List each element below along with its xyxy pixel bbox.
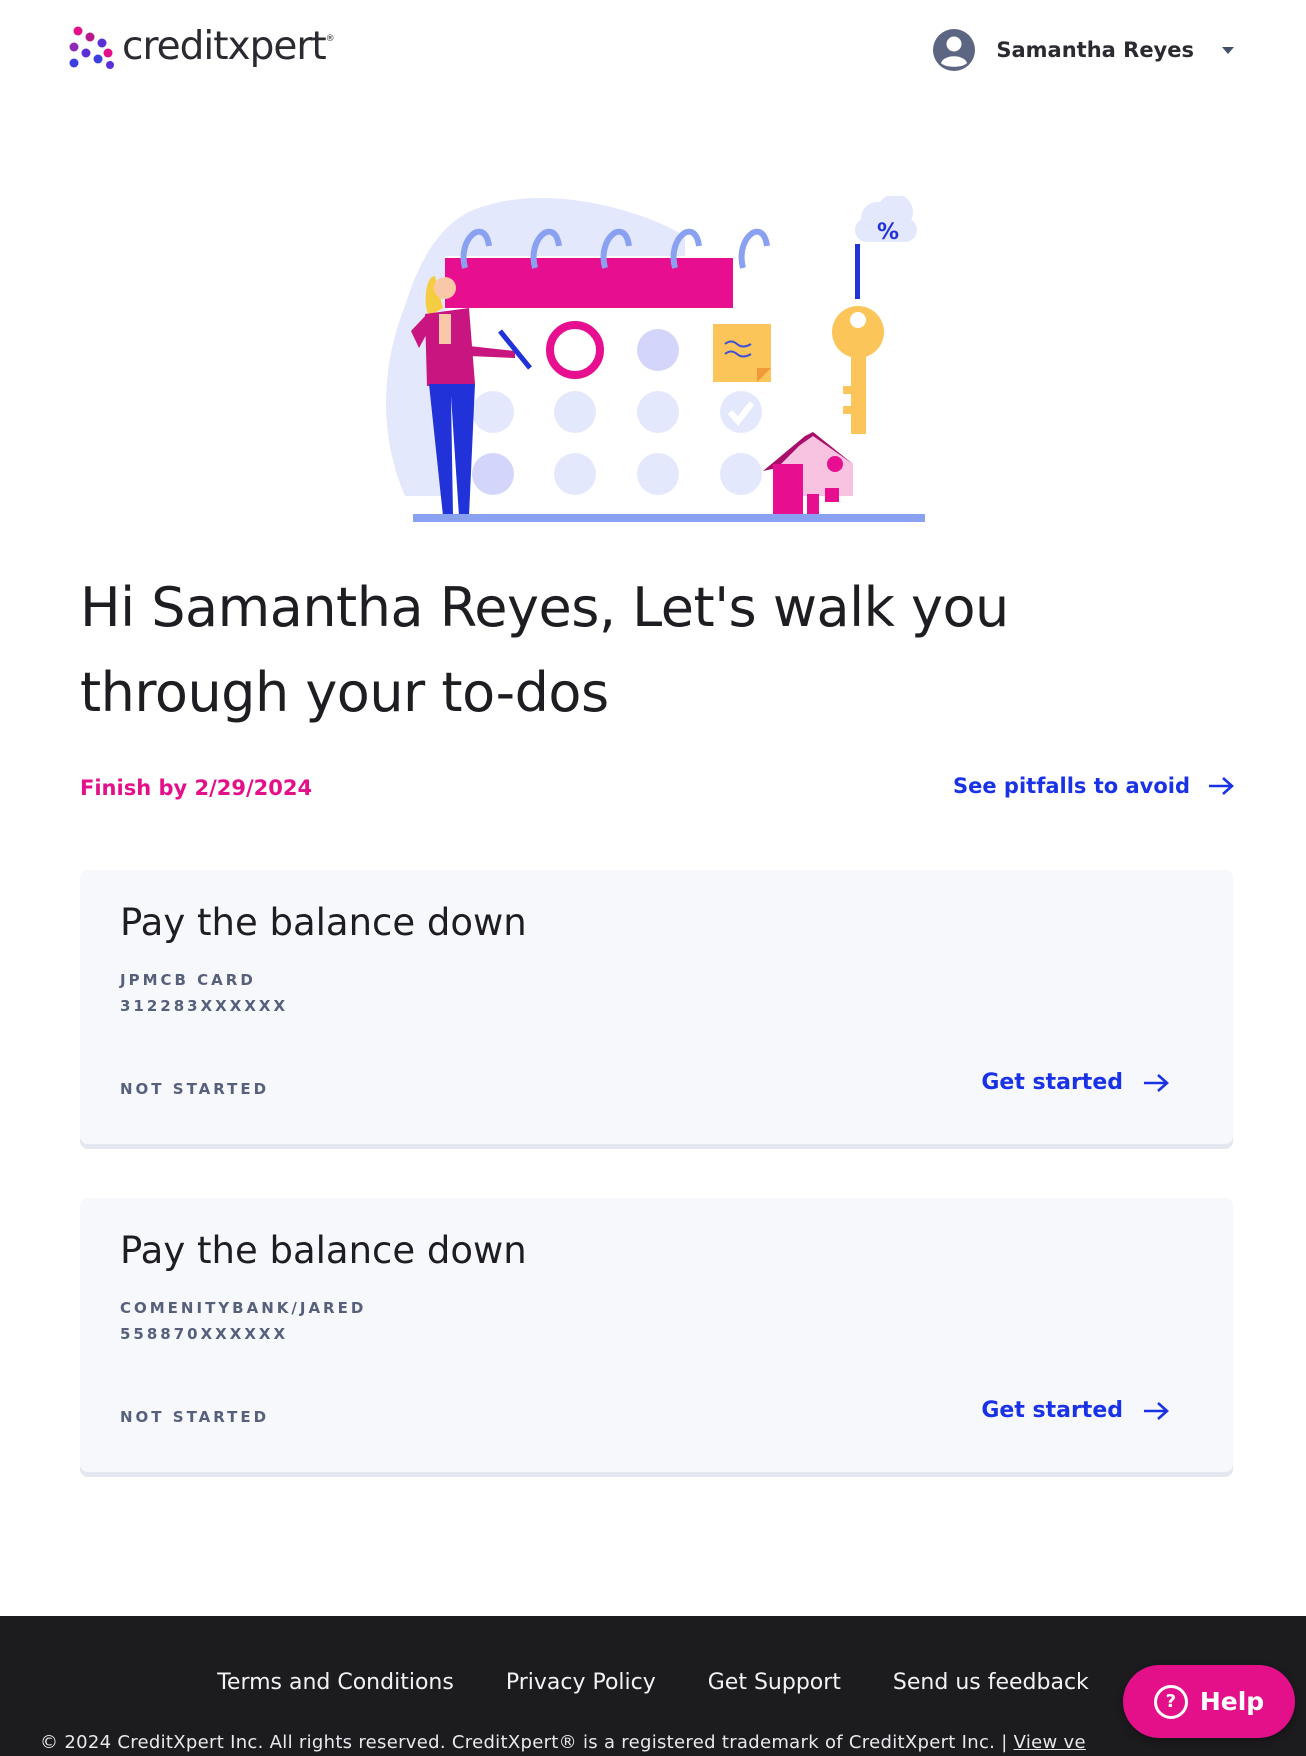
copyright-label: © 2024 CreditXpert Inc. All rights reser… [40,1732,1014,1753]
task-status: NOT STARTED [120,1080,270,1098]
footer: Terms and Conditions Privacy Policy Get … [0,1616,1306,1756]
get-started-button[interactable]: Get started [981,1070,1169,1095]
task-card: Pay the balance down JPMCB CARD 312283XX… [80,870,1233,1144]
task-status: NOT STARTED [120,1408,270,1426]
see-pitfalls-label: See pitfalls to avoid [953,774,1190,798]
user-name: Samantha Reyes [996,38,1194,62]
arrow-right-icon [1144,1073,1169,1092]
arrow-right-icon [1209,777,1234,795]
task-title: Pay the balance down [120,901,527,944]
task-title: Pay the balance down [120,1229,527,1272]
version-link[interactable]: View ve [1014,1732,1086,1753]
see-pitfalls-link[interactable]: See pitfalls to avoid [953,774,1234,798]
arrow-right-icon [1144,1401,1169,1420]
help-label: Help [1199,1687,1265,1716]
get-started-button[interactable]: Get started [981,1398,1169,1423]
footer-link-support[interactable]: Get Support [708,1670,841,1695]
creditxpert-logo[interactable]: creditxpert® [68,24,335,69]
finish-by-date: Finish by 2/29/2024 [80,776,313,800]
task-card: Pay the balance down COMENITYBANK/JARED … [80,1198,1233,1472]
question-icon: ? [1153,1684,1188,1719]
copyright-text: © 2024 CreditXpert Inc. All rights reser… [40,1732,1086,1753]
footer-link-feedback[interactable]: Send us feedback [893,1670,1089,1695]
logo-mark-icon [69,26,114,69]
page-title: Hi Samantha Reyes, Let's walk you throug… [80,576,1009,724]
calendar-illustration: % [386,196,925,522]
percent-text: % [877,220,899,245]
user-menu[interactable]: Samantha Reyes [932,28,1234,72]
logo-text: creditxpert® [122,24,335,69]
task-account-number: 312283XXXXXX [120,997,289,1015]
task-issuer: COMENITYBANK/JARED [120,1299,367,1317]
task-issuer: JPMCB CARD [120,971,256,989]
get-started-label: Get started [981,1070,1123,1095]
footer-links: Terms and Conditions Privacy Policy Get … [0,1670,1306,1695]
user-avatar-icon [933,29,976,71]
task-account-number: 558870XXXXXX [120,1325,289,1343]
footer-link-terms[interactable]: Terms and Conditions [217,1670,454,1695]
footer-link-privacy[interactable]: Privacy Policy [506,1670,656,1695]
get-started-label: Get started [981,1398,1123,1423]
caret-down-icon[interactable] [1222,46,1234,54]
help-button[interactable]: ? Help [1123,1665,1295,1738]
